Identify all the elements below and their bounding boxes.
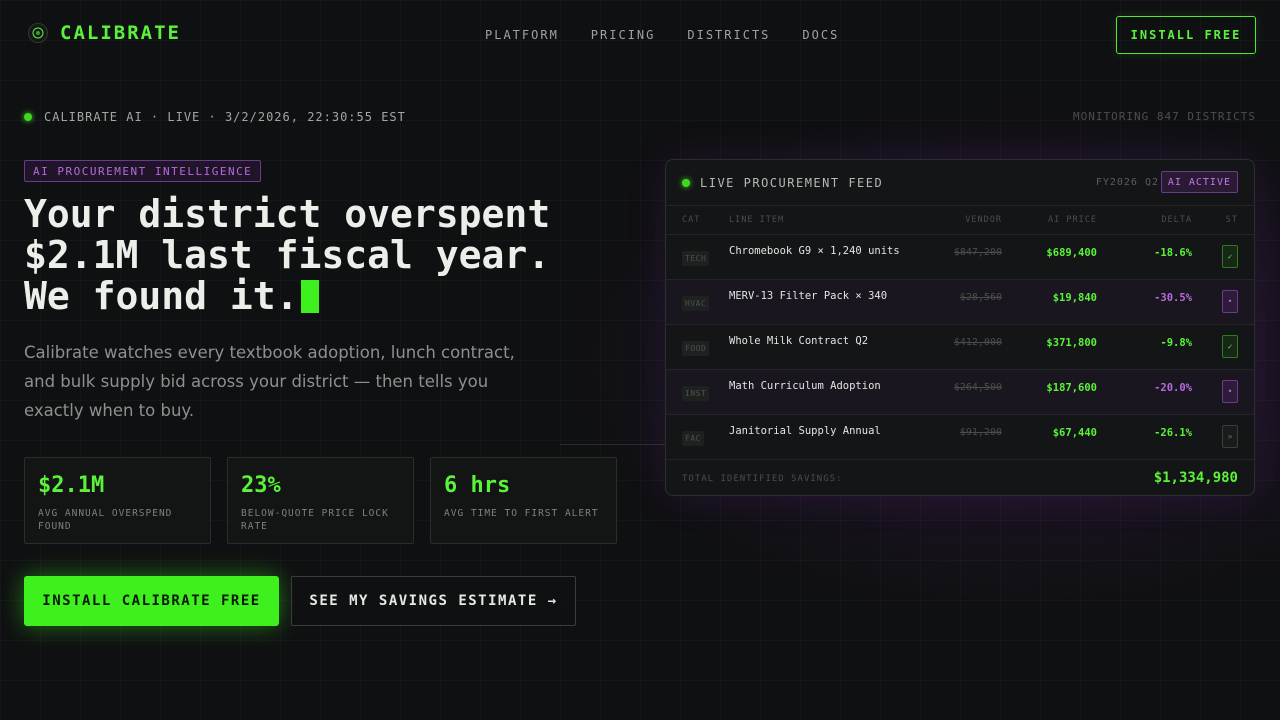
ai-price: $187,600 (1046, 382, 1097, 394)
stat-value: 6 hrs (444, 473, 511, 498)
feed-row[interactable]: FOOD Whole Milk Contract Q2 $412,000 $371,8… (666, 325, 1254, 370)
feed-header: LIVE PROCUREMENT FEED FY2026 Q2 AI ACTIV… (666, 160, 1254, 206)
stat-value: $2.1M (38, 473, 105, 498)
install-free-button[interactable]: INSTALL FREE (1116, 16, 1256, 54)
savings-estimate-button[interactable]: SEE MY SAVINGS ESTIMATE → (291, 576, 576, 626)
stat-value: 23% (241, 473, 281, 498)
line-item-name: MERV-13 Filter Pack × 340 (729, 290, 888, 302)
install-calibrate-button[interactable]: INSTALL CALIBRATE FREE (24, 576, 279, 626)
headline-line-1: Your district overspent (24, 192, 551, 236)
vendor-price: $847,200 (953, 247, 1002, 258)
status-icon[interactable]: • (1222, 380, 1238, 403)
ai-price: $19,840 (1052, 292, 1097, 304)
live-status: CALIBRATE AI · LIVE · 3/2/2026, 22:30:55… (24, 110, 406, 124)
brand-name: CALIBRATE (60, 22, 181, 44)
headline-line-2: $2.1M last fiscal year. (24, 233, 551, 277)
status-icon[interactable]: ✓ (1222, 335, 1238, 358)
category-badge: TECH (682, 251, 710, 266)
ai-price: $371,800 (1046, 337, 1097, 349)
delta-value: -30.5% (1154, 292, 1192, 304)
nav-link-pricing[interactable]: PRICING (591, 28, 656, 42)
col-delta: DELTA (1161, 215, 1192, 225)
nav-link-docs[interactable]: DOCS (802, 28, 839, 42)
vendor-price: $412,000 (953, 337, 1002, 348)
stats-row: $2.1M AVG ANNUAL OVERSPEND FOUND 23% BEL… (24, 457, 617, 544)
status-icon[interactable]: » (1222, 425, 1238, 448)
brand-logo[interactable]: CALIBRATE (28, 22, 181, 44)
feed-row[interactable]: HVAC MERV-13 Filter Pack × 340 $28,560 $19,… (666, 280, 1254, 325)
col-price: AI PRICE (1048, 215, 1097, 225)
line-item-name: Chromebook G9 × 1,240 units (729, 245, 900, 257)
stat-label: BELOW-QUOTE PRICE LOCK RATE (241, 508, 389, 532)
col-vendor: VENDOR (965, 215, 1002, 225)
status-icon[interactable]: ✓ (1222, 245, 1238, 268)
category-badge: HVAC (682, 296, 710, 311)
stat-card-alert-time: 6 hrs AVG TIME TO FIRST ALERT (430, 457, 617, 544)
vendor-price: $28,560 (959, 292, 1002, 303)
procurement-feed-card: LIVE PROCUREMENT FEED FY2026 Q2 AI ACTIV… (665, 159, 1255, 496)
nav-link-platform[interactable]: PLATFORM (485, 28, 559, 42)
delta-value: -9.8% (1160, 337, 1192, 349)
line-item-name: Math Curriculum Adoption (729, 380, 881, 392)
headline-line-3: We found it. (24, 274, 299, 318)
feed-period: FY2026 Q2 (1095, 177, 1159, 188)
line-item-name: Whole Milk Contract Q2 (729, 335, 869, 347)
stat-label: AVG ANNUAL OVERSPEND FOUND (38, 508, 173, 532)
top-nav: CALIBRATE PLATFORM PRICING DISTRICTS DOC… (0, 0, 1280, 70)
status-icon[interactable]: • (1222, 290, 1238, 313)
nav-links: PLATFORM PRICING DISTRICTS DOCS (485, 28, 839, 42)
col-item: LINE ITEM (729, 215, 785, 225)
feed-title: LIVE PROCUREMENT FEED (700, 175, 884, 190)
calibrate-logo-icon (28, 23, 48, 43)
total-savings-value: $1,334,980 (1153, 470, 1238, 486)
feed-rows: TECH Chromebook G9 × 1,240 units $847,200 $… (666, 235, 1254, 460)
stat-card-price-lock: 23% BELOW-QUOTE PRICE LOCK RATE (227, 457, 414, 544)
total-savings-label: TOTAL IDENTIFIED SAVINGS: (682, 474, 843, 484)
feed-row[interactable]: TECH Chromebook G9 × 1,240 units $847,200 $… (666, 235, 1254, 280)
feed-column-headers: CAT LINE ITEM VENDOR AI PRICE DELTA ST (666, 206, 1254, 235)
monitoring-count: MONITORING 847 DISTRICTS (1073, 110, 1256, 123)
nav-link-districts[interactable]: DISTRICTS (687, 28, 770, 42)
category-badge: FOOD (682, 341, 710, 356)
delta-value: -20.0% (1154, 382, 1192, 394)
feed-row[interactable]: FAC Janitorial Supply Annual $91,200 $67,44… (666, 415, 1254, 460)
ai-price: $67,440 (1052, 427, 1097, 439)
stat-label: AVG TIME TO FIRST ALERT (444, 508, 599, 519)
ai-active-badge: AI ACTIVE (1160, 171, 1238, 193)
feed-footer: TOTAL IDENTIFIED SAVINGS: $1,334,980 (666, 460, 1254, 495)
category-badge: FAC (682, 431, 704, 446)
delta-value: -26.1% (1154, 427, 1192, 439)
connector-line (560, 444, 665, 445)
feed-live-icon (682, 178, 690, 187)
stat-card-overspend: $2.1M AVG ANNUAL OVERSPEND FOUND (24, 457, 211, 544)
hero-subtext: Calibrate watches every textbook adoptio… (24, 343, 515, 420)
vendor-price: $264,500 (953, 382, 1002, 393)
vendor-price: $91,200 (959, 427, 1002, 438)
category-badge: INST (682, 386, 710, 401)
hero-headline: Your district overspent $2.1M last fisca… (24, 194, 644, 317)
ai-price: $689,400 (1046, 247, 1097, 259)
hero-tag: AI PROCUREMENT INTELLIGENCE (24, 160, 262, 182)
delta-value: -18.6% (1154, 247, 1192, 259)
terminal-cursor-icon (300, 280, 319, 313)
status-text: CALIBRATE AI · LIVE · 3/2/2026, 22:30:55… (44, 110, 406, 124)
feed-row[interactable]: INST Math Curriculum Adoption $264,500 $187… (666, 370, 1254, 415)
live-indicator-icon (24, 113, 32, 121)
col-status: ST (1225, 215, 1238, 225)
line-item-name: Janitorial Supply Annual (729, 425, 881, 437)
col-cat: CAT (682, 215, 701, 225)
